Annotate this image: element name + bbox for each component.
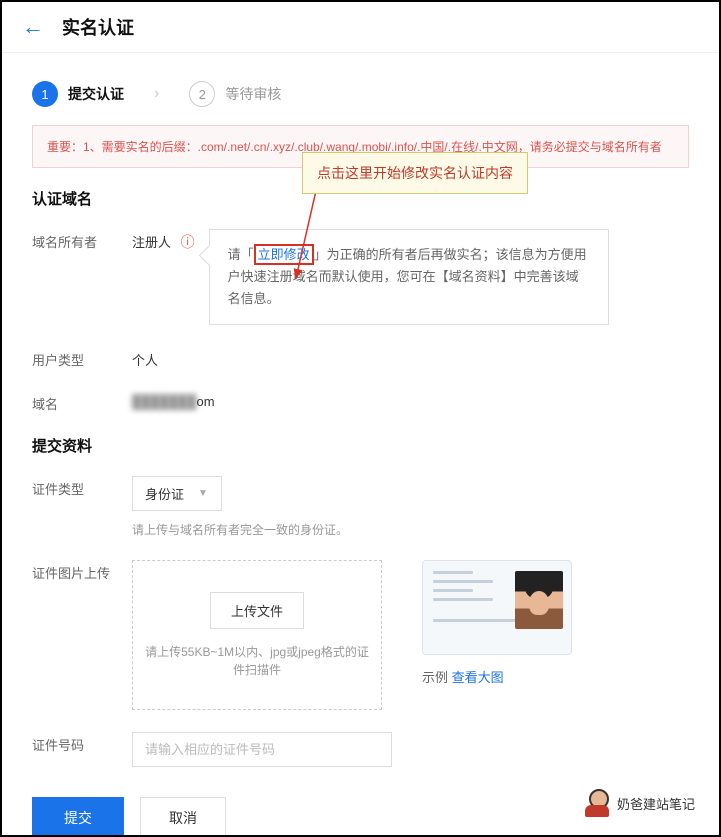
owner-value-text: 注册人: [132, 235, 171, 250]
section-submit-materials-title: 提交资料: [32, 435, 689, 456]
view-large-link[interactable]: 查看大图: [452, 670, 504, 685]
label-user-type: 用户类型: [32, 347, 132, 369]
example-id-card-image: [422, 560, 572, 655]
upload-file-button[interactable]: 上传文件: [210, 592, 304, 629]
example-prefix: 示例: [422, 670, 452, 685]
submit-button[interactable]: 提交: [32, 797, 124, 837]
domain-suffix: om: [196, 394, 214, 409]
footer-brand: 奶爸建站笔记: [583, 789, 695, 817]
label-cert-image: 证件图片上传: [32, 560, 132, 582]
row-user-type: 用户类型 个人: [32, 347, 689, 369]
annotation-callout: 点击这里开始修改实名认证内容: [302, 152, 528, 194]
cert-type-value: 身份证: [145, 484, 184, 503]
label-cert-number: 证件号码: [32, 732, 132, 754]
row-domain-owner: 域名所有者 注册人 ⓘ 请「立即修改」为正确的所有者后再做实名；该信息为方便用户…: [32, 229, 689, 325]
alert-icon: ⓘ: [181, 234, 195, 250]
value-domain-owner: 注册人 ⓘ: [132, 229, 195, 252]
cancel-button[interactable]: 取消: [140, 797, 226, 837]
row-cert-image: 证件图片上传 上传文件 请上传55KB~1M以内、jpg或jpeg格式的证件扫描…: [32, 560, 689, 710]
step-label-2: 等待审核: [225, 84, 281, 104]
owner-tooltip: 请「立即修改」为正确的所有者后再做实名；该信息为方便用户快速注册域名而默认使用，…: [209, 229, 609, 325]
value-domain: ███████om: [132, 391, 215, 409]
chevron-down-icon: ▼: [198, 488, 208, 499]
step-number-2: 2: [189, 81, 215, 107]
domain-masked: ███████: [132, 394, 196, 409]
example-label: 示例 查看大图: [422, 667, 572, 686]
modify-now-link[interactable]: 立即修改: [254, 244, 314, 265]
step-submit-auth: 1 提交认证: [32, 81, 124, 107]
page-title: 实名认证: [62, 14, 134, 40]
row-cert-number: 证件号码: [32, 732, 689, 767]
step-label-1: 提交认证: [68, 84, 124, 104]
upload-dropzone[interactable]: 上传文件 请上传55KB~1M以内、jpg或jpeg格式的证件扫描件: [132, 560, 382, 710]
cert-number-input[interactable]: [132, 732, 392, 767]
step-number-1: 1: [32, 81, 58, 107]
page-header: ← 实名认证: [2, 2, 719, 53]
row-cert-type: 证件类型 身份证 ▼ 请上传与域名所有者完全一致的身份证。: [32, 476, 689, 538]
cert-type-hint: 请上传与域名所有者完全一致的身份证。: [132, 521, 348, 538]
step-await-review: 2 等待审核: [189, 81, 281, 107]
value-user-type: 个人: [132, 347, 158, 369]
back-arrow-icon[interactable]: ←: [22, 14, 44, 40]
tooltip-prefix: 请「: [228, 247, 254, 262]
example-id-area: 示例 查看大图: [422, 560, 572, 686]
cert-type-select[interactable]: 身份证 ▼: [132, 476, 222, 511]
row-domain: 域名 ███████om: [32, 391, 689, 413]
step-indicator: 1 提交认证 › 2 等待审核: [32, 53, 689, 125]
brand-text: 奶爸建站笔记: [617, 794, 695, 813]
upload-hint: 请上传55KB~1M以内、jpg或jpeg格式的证件扫描件: [142, 643, 372, 679]
label-cert-type: 证件类型: [32, 476, 132, 498]
brand-mascot-icon: [583, 789, 611, 817]
label-domain: 域名: [32, 391, 132, 413]
label-domain-owner: 域名所有者: [32, 229, 132, 251]
chevron-right-icon: ›: [154, 85, 159, 103]
